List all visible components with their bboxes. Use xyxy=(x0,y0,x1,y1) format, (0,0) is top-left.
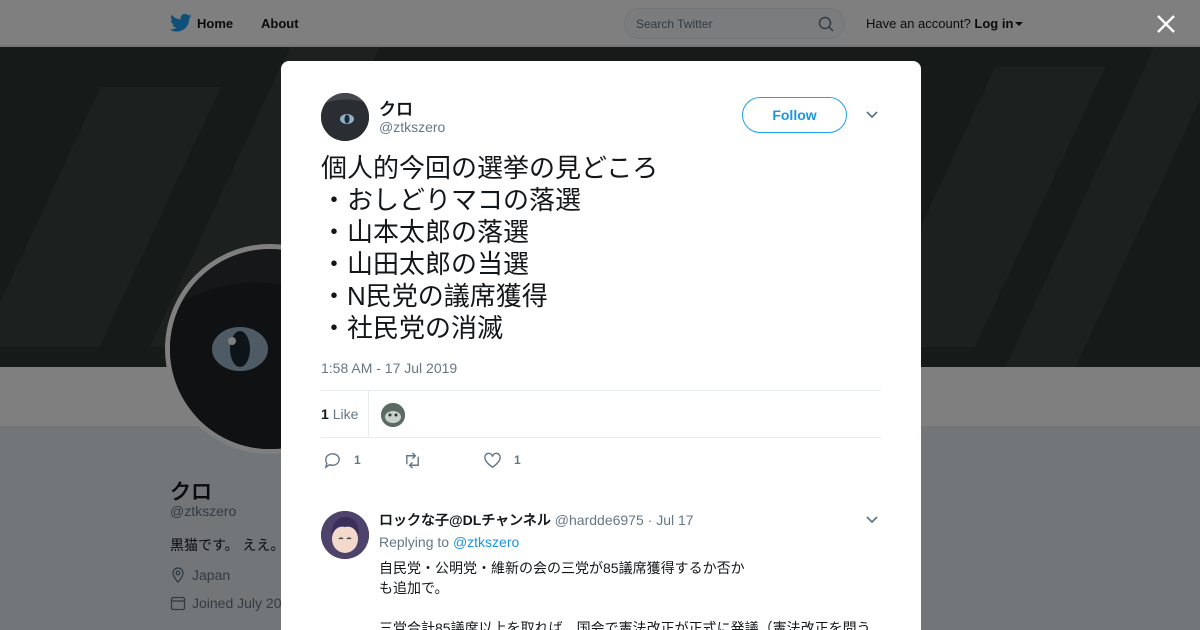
reply-date[interactable]: Jul 17 xyxy=(656,512,693,528)
tweet-text: 個人的今回の選挙の見どころ ・おしどりマコの落選 ・山本太郎の落選 ・山田太郎の… xyxy=(321,152,881,344)
black-cat-image xyxy=(321,93,369,141)
tweet-modal: クロ @ztkszero Follow 個人的今回の選挙の見どころ ・おしどりマ… xyxy=(281,61,921,630)
tweet-line: ・N民党の議席獲得 xyxy=(321,281,548,311)
reply-count: 1 xyxy=(354,453,361,467)
author-avatar[interactable] xyxy=(321,93,369,141)
heart-icon xyxy=(484,452,501,468)
author-name[interactable]: クロ xyxy=(379,95,413,120)
liker-avatar[interactable] xyxy=(381,403,405,427)
retweet-action[interactable] xyxy=(403,450,434,470)
tweet-line: ・おしどりマコの落選 xyxy=(321,185,582,215)
author-handle[interactable]: @ztkszero xyxy=(379,119,445,135)
reply-author-name[interactable]: ロックな子@DLチャンネル xyxy=(379,512,551,528)
reply-header: ロックな子@DLチャンネル @hardde6975 · Jul 17 xyxy=(379,510,694,530)
reply-line: 自民党・公明党・維新の会の三党が85議席獲得するか否か xyxy=(379,560,745,576)
retweet-icon xyxy=(406,451,419,469)
reply-avatar[interactable] xyxy=(321,511,369,559)
replying-to: Replying to @ztkszero xyxy=(379,534,519,550)
liker-avatar-image xyxy=(381,403,405,427)
likes-count: 1 xyxy=(321,406,329,422)
reply-line xyxy=(379,598,879,618)
tweet-line: ・山田太郎の当選 xyxy=(321,249,530,279)
tweet-line: ・山本太郎の落選 xyxy=(321,217,530,247)
follow-button[interactable]: Follow xyxy=(742,97,847,133)
reply-separator: · xyxy=(647,512,653,528)
likes-label: Like xyxy=(332,406,359,422)
reply-line: 三党合計85議席以上を取れば、国会で憲法改正が正式に発議（憲法改正を問う xyxy=(379,620,871,630)
replying-to-label: Replying to xyxy=(379,534,450,550)
tweet-stats: 1 Like xyxy=(321,390,881,438)
close-icon[interactable] xyxy=(1155,13,1177,35)
like-count: 1 xyxy=(514,453,521,467)
reply-icon xyxy=(324,452,340,469)
reply-author-handle[interactable]: @hardde6975 xyxy=(555,512,644,528)
reply-action[interactable]: 1 xyxy=(323,450,361,470)
likes-stat[interactable]: 1 Like xyxy=(321,406,358,422)
tweet-line: ・社民党の消滅 xyxy=(321,313,504,343)
stats-divider xyxy=(368,391,369,438)
chevron-down-icon[interactable] xyxy=(865,514,879,526)
like-action[interactable]: 1 xyxy=(483,450,521,470)
reply-text: 自民党・公明党・維新の会の三党が85議席獲得するか否か も追加で。 三党合計85… xyxy=(379,558,879,630)
tweet-line: 個人的今回の選挙の見どころ xyxy=(321,153,659,183)
anime-avatar-image xyxy=(321,511,369,559)
chevron-down-icon[interactable] xyxy=(865,109,879,121)
reply-line: も追加で。 xyxy=(379,580,449,596)
tweet-actions: 1 1 xyxy=(321,448,881,474)
tweet-timestamp[interactable]: 1:58 AM - 17 Jul 2019 xyxy=(321,360,457,376)
replying-to-mention[interactable]: @ztkszero xyxy=(453,534,519,550)
